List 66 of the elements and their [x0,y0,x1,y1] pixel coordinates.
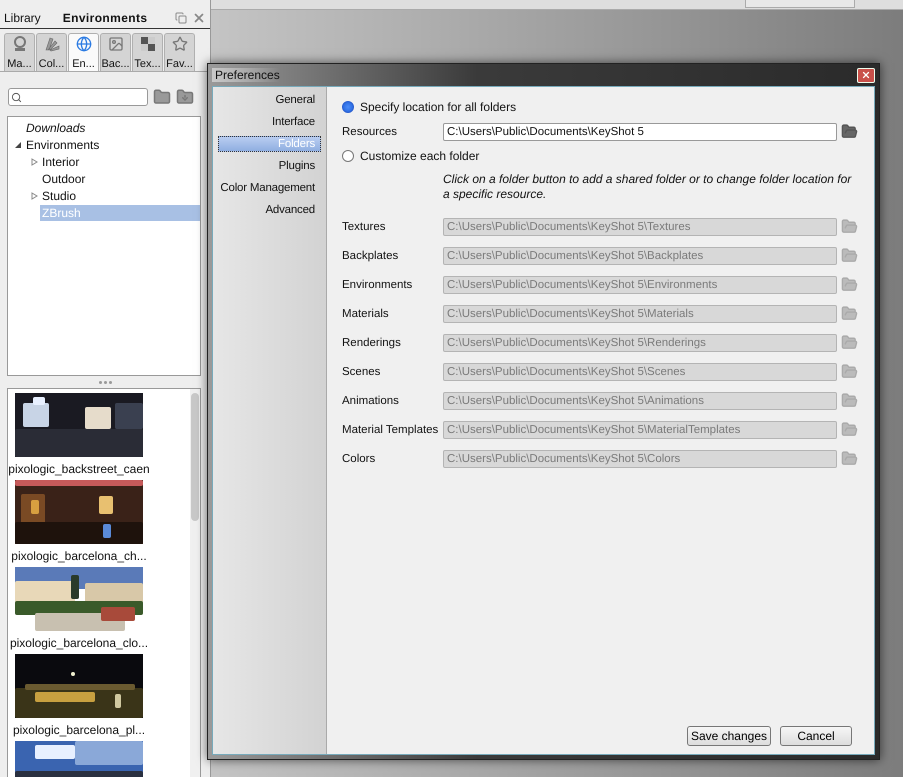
expanded-arrow-icon[interactable] [14,140,24,148]
tree-item[interactable]: Environments [24,136,102,152]
field-label: Environments [342,278,414,290]
close-button[interactable] [857,68,875,82]
cancel-button[interactable]: Cancel [780,726,852,746]
save-button[interactable]: Save changes [686,726,771,746]
panel-tab[interactable]: Environments [62,10,148,24]
search-icon [11,92,22,102]
close-icon[interactable] [192,10,206,24]
tree-item[interactable]: Outdoor [40,170,88,186]
field-label: Materials [342,308,390,320]
folder-down-icon[interactable] [176,88,194,106]
collapsed-arrow-icon[interactable] [30,192,40,200]
environment-thumbnail[interactable]: pixologic_barcelona_pl... [8,654,150,741]
radio-option[interactable]: Customize each folder [342,146,858,166]
swatch-fan-icon [44,36,60,52]
path-field[interactable]: C:\Users\Public\Documents\KeyShot 5 [443,122,837,140]
thumbnail-label: pixologic_barcelona_pl... [12,722,146,739]
field-label: Material Templates [342,424,440,436]
star-icon [172,36,188,52]
panel-tab[interactable]: Library [4,10,41,24]
tree-item[interactable]: Downloads [24,120,88,136]
scrollbar[interactable] [190,389,200,777]
field-label: Renderings [342,336,402,348]
nav-item[interactable]: Interface [218,114,321,130]
globe-icon [76,36,92,52]
nav-item[interactable]: Plugins [218,158,321,174]
radio-option[interactable]: Specify location for all folders [342,97,858,117]
folder-icon[interactable] [841,123,858,140]
field-label: Resources [342,126,398,138]
nav-item[interactable]: Advanced [218,202,321,218]
category-tab[interactable]: Fav... [164,33,195,71]
category-tab[interactable]: Tex... [132,33,163,71]
environment-thumbnail[interactable]: pixologic_backstreet_caen [8,393,150,480]
tree-item[interactable]: Studio [40,188,78,204]
instruction-note: Click on a folder button to add a shared folder or to change folder location for a specific resource. [443,172,853,202]
image-icon [108,36,124,52]
nav-item[interactable]: Color Management [218,180,321,196]
radio-icon[interactable] [342,150,354,162]
search-field[interactable] [8,88,148,106]
environment-thumbnail[interactable]: pixologic_barcelona_ch... [8,480,150,567]
sphere-icon [12,36,28,52]
environment-thumbnail[interactable]: pixologic_barcelona_clo... [8,567,150,654]
top-field[interactable] [745,0,855,8]
field-label: Colors [342,452,376,464]
undock-icon[interactable] [175,12,187,24]
field-label: Animations [342,394,400,406]
thumbnail-label: pixologic_barcelona_clo... [10,635,148,652]
thumbnail-label: pixologic_barcelona_ch... [11,548,147,565]
field-label: Scenes [342,366,382,378]
checker-icon [140,36,156,52]
radio-label: Customize each folder [360,149,480,163]
close-icon [861,70,871,80]
collapsed-arrow-icon[interactable] [30,158,40,166]
category-tab[interactable]: En... [68,33,99,71]
category-tab[interactable]: Ma... [4,33,35,71]
dialog-title: Preferences [212,68,280,82]
field-label: Textures [342,220,386,232]
tree-item[interactable]: Interior [40,154,82,170]
nav-item[interactable]: General [218,92,321,108]
category-tab[interactable]: Col... [36,33,67,71]
radio-label: Specify location for all folders [360,100,516,114]
category-tab[interactable]: Bac... [100,33,131,71]
field-label: Backplates [342,250,400,262]
thumbnail-label: pixologic_backstreet_caen [8,461,150,478]
radio-icon[interactable] [342,101,354,113]
